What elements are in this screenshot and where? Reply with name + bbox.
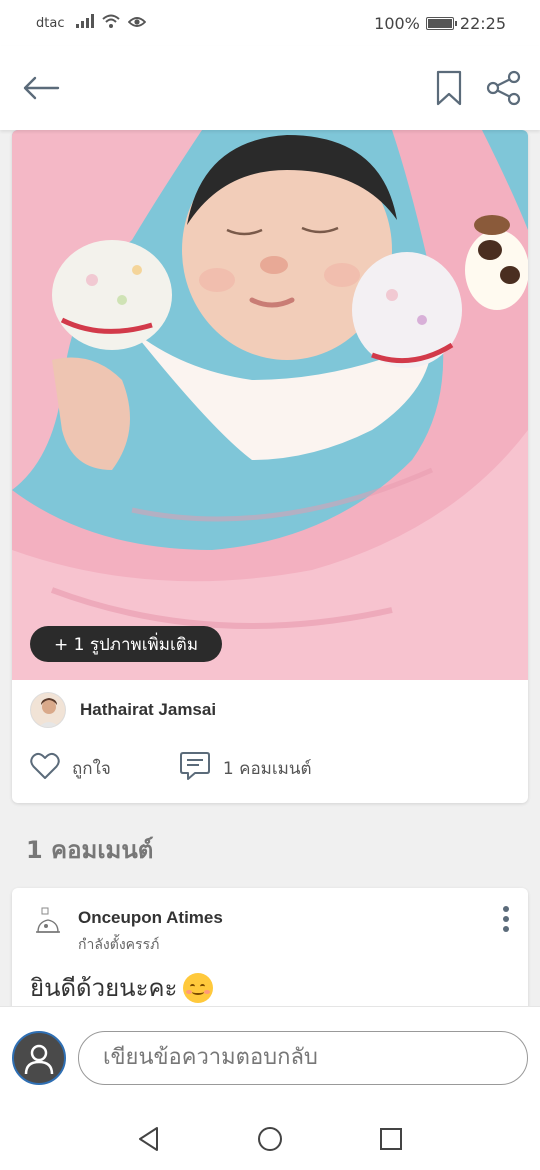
comment-item: Onceupon Atimes กำลังตั้งครรภ์ ยินดีด้วย… — [12, 888, 528, 1006]
author-avatar[interactable] — [30, 692, 66, 728]
clock: 22:25 — [459, 13, 506, 33]
smiling-face-emoji — [183, 972, 214, 1003]
signal-icon — [76, 14, 95, 32]
post-card: + 1 รูปภาพเพิ่มเติม Hathairat Jamsai ถูก… — [12, 130, 528, 803]
post-photo[interactable]: + 1 รูปภาพเพิ่มเติม — [12, 130, 528, 680]
commenter-status: กำลังตั้งครรภ์ — [78, 937, 160, 953]
more-options-icon[interactable] — [498, 906, 514, 932]
battery-percent: 100% — [374, 13, 420, 33]
user-avatar-icon — [12, 1030, 66, 1085]
like-label: ถูกใจ — [72, 759, 111, 779]
author-name[interactable]: Hathairat Jamsai — [80, 700, 216, 720]
like-button[interactable]: ถูกใจ — [30, 752, 111, 785]
comment-count-label: 1 คอมเมนต์ — [222, 759, 312, 779]
heart-icon — [30, 752, 60, 785]
status-right: 100% 22:25 — [374, 14, 506, 33]
status-left: dtac — [36, 14, 147, 32]
eye-icon — [128, 14, 147, 32]
system-nav-bar — [0, 1108, 540, 1170]
commenter-name[interactable]: Onceupon Atimes — [78, 908, 223, 928]
back-arrow-icon[interactable] — [22, 76, 60, 100]
back-triangle-icon[interactable] — [137, 1126, 161, 1152]
commenter-avatar[interactable] — [32, 906, 64, 942]
more-photos-button[interactable]: + 1 รูปภาพเพิ่มเติม — [30, 626, 223, 662]
reply-input[interactable] — [78, 1030, 528, 1085]
app-bar-actions — [436, 70, 522, 106]
author-row[interactable]: Hathairat Jamsai — [30, 692, 216, 728]
comment-bubble-icon — [179, 750, 211, 787]
comment-text: ยินดีด้วยนะคะ — [30, 974, 178, 1002]
comment-button[interactable]: 1 คอมเมนต์ — [179, 750, 312, 787]
post-content[interactable]: + 1 รูปภาพเพิ่มเติม Hathairat Jamsai ถูก… — [0, 130, 540, 1006]
post-actions: ถูกใจ 1 คอมเมนต์ — [30, 750, 312, 787]
battery-icon — [425, 16, 457, 30]
recents-square-icon[interactable] — [379, 1127, 403, 1151]
app-bar — [0, 46, 540, 130]
reply-bar — [0, 1006, 540, 1108]
carrier-label: dtac — [36, 15, 65, 31]
comment-text-row: ยินดีด้วยนะคะ — [30, 968, 214, 1006]
bookmark-icon[interactable] — [436, 70, 462, 106]
status-bar: dtac 100% 22:25 — [0, 0, 540, 46]
wifi-icon — [102, 14, 121, 32]
newborn-photo-illustration — [12, 130, 528, 680]
home-circle-icon[interactable] — [257, 1126, 283, 1152]
comments-section-title: 1 คอมเมนต์ — [26, 836, 154, 864]
share-icon[interactable] — [486, 70, 522, 106]
